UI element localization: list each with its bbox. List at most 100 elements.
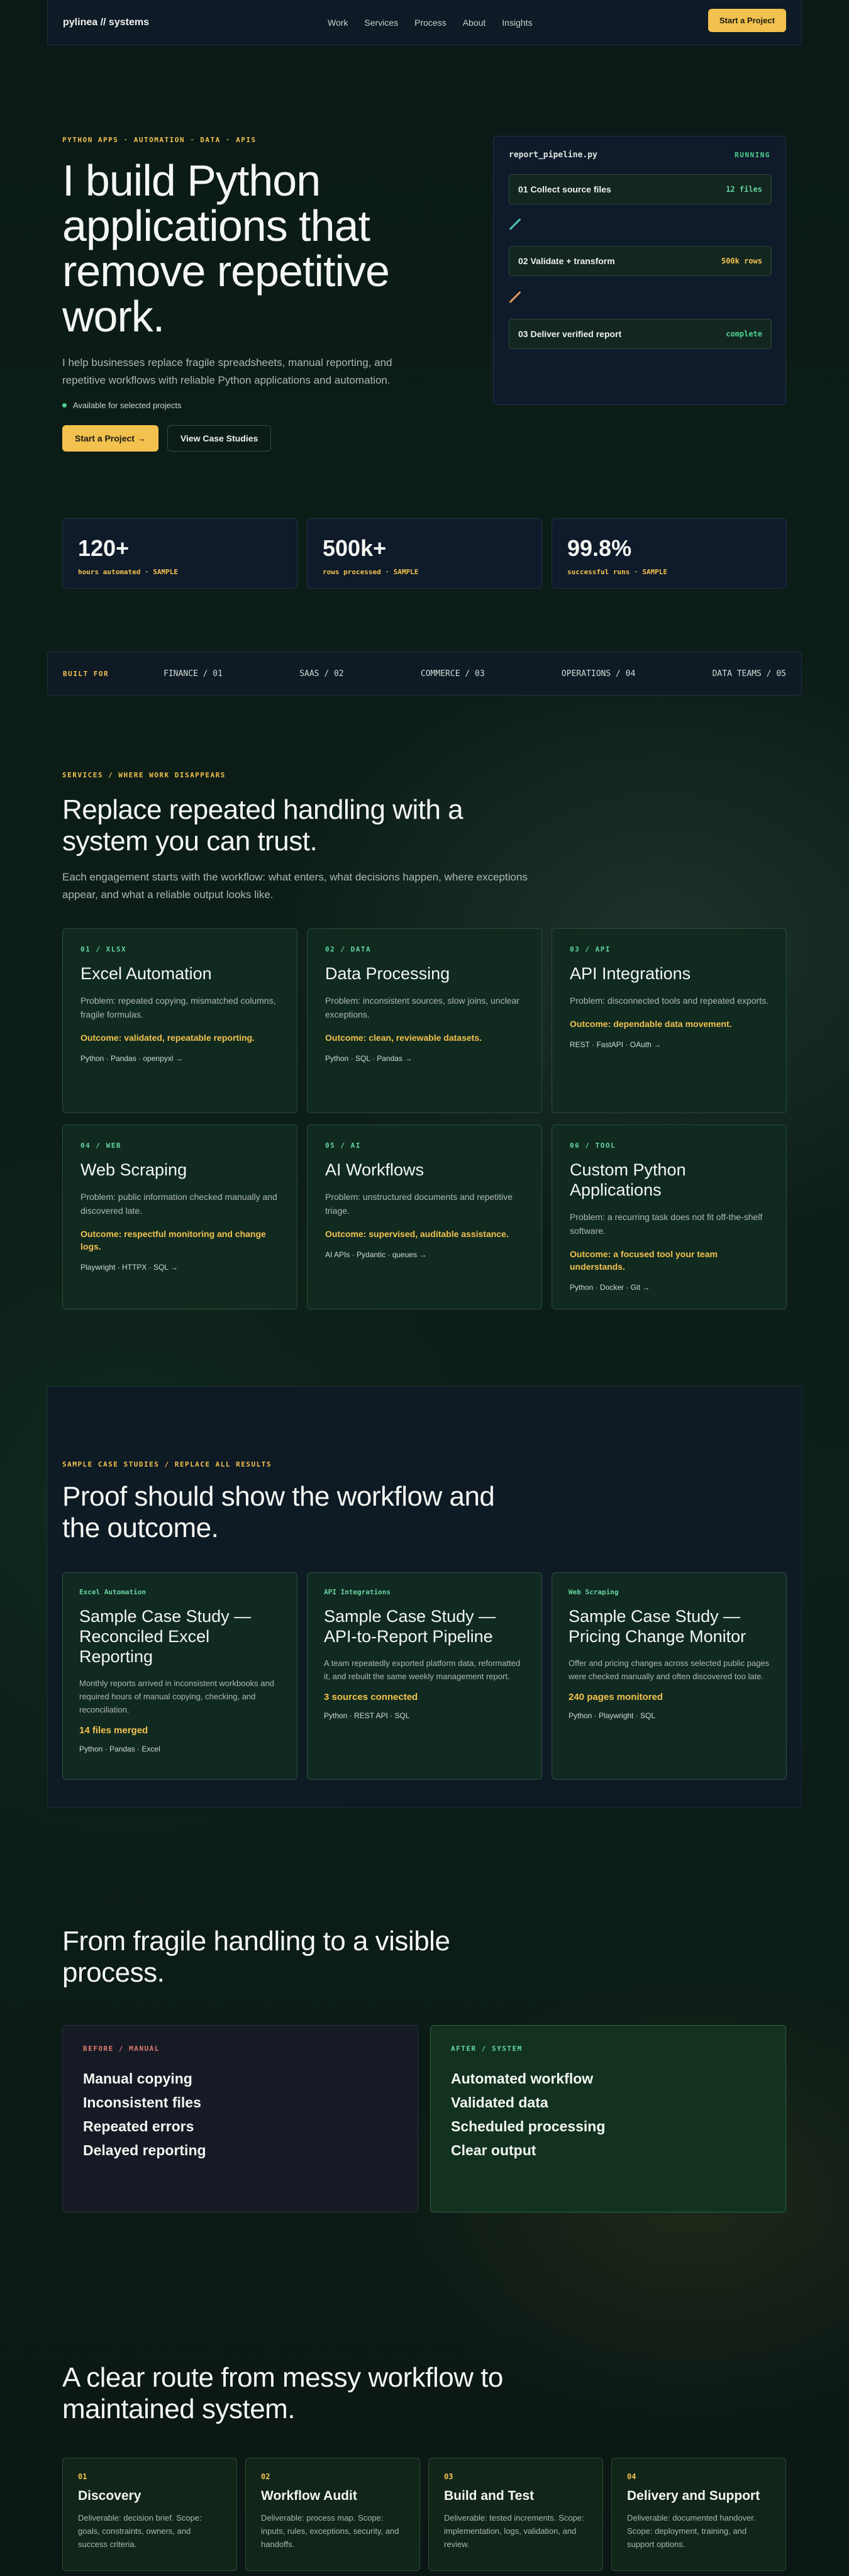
service-outcome: Outcome: respectful monitoring and chang…: [80, 1229, 266, 1252]
service-card-ai[interactable]: 05 / AI AI Workflows Problem: unstructur…: [307, 1124, 542, 1309]
built-for-strip: BUILT FOR FINANCE / 01 SAAS / 02 COMMERC…: [47, 652, 802, 696]
case-study-desc: Monthly reports arrived in inconsistent …: [79, 1679, 274, 1714]
case-study-stack: Python · Playwright · SQL: [569, 1711, 656, 1720]
service-number: 06 / TOOL: [570, 1141, 616, 1150]
service-problem: Problem: inconsistent sources, slow join…: [325, 996, 519, 1019]
hero-lead: I help businesses replace fragile spread…: [62, 357, 392, 386]
process-step-desc: Deliverable: documented handover. Scope:…: [627, 2513, 756, 2549]
service-outcome: Outcome: dependable data movement.: [570, 1019, 732, 1029]
process-step-number: 04: [627, 2472, 636, 2481]
case-study-card[interactable]: API Integrations Sample Case Study — API…: [307, 1572, 542, 1780]
service-title: Web Scraping: [80, 1160, 187, 1179]
hero-eyebrow: PYTHON APPS · AUTOMATION · DATA · APIS: [62, 136, 257, 144]
service-stack-link[interactable]: Python · Docker · Git →: [570, 1283, 769, 1292]
pipeline-filename: report_pipeline.py: [509, 150, 597, 160]
service-title: API Integrations: [570, 964, 691, 983]
nav-link-about[interactable]: About: [463, 18, 486, 28]
nav-link-process[interactable]: Process: [414, 18, 447, 28]
pipeline-panel: report_pipeline.py RUNNING 01 Collect so…: [493, 136, 786, 405]
case-study-title: Sample Case Study — Reconciled Excel Rep…: [79, 1607, 252, 1666]
before-card: BEFORE / MANUAL Manual copying Inconsist…: [62, 2025, 418, 2212]
pipeline-step: 02 Validate + transform 500k rows: [509, 246, 772, 276]
after-list: Automated workflow Validated data Schedu…: [451, 2067, 765, 2162]
nav-start-project-button[interactable]: Start a Project: [708, 9, 786, 32]
stat-label: rows processed · SAMPLE: [323, 568, 419, 576]
service-outcome: Outcome: validated, repeatable reporting…: [80, 1033, 255, 1043]
service-problem: Problem: repeated copying, mismatched co…: [80, 996, 276, 1019]
after-label: AFTER / SYSTEM: [451, 2045, 523, 2053]
process-step-number: 02: [261, 2472, 270, 2481]
availability-indicator: Available for selected projects: [62, 401, 465, 410]
list-item: Clear output: [451, 2142, 536, 2158]
built-for-item: SAAS / 02: [299, 669, 344, 679]
pipeline-step-label: 01 Collect source files: [518, 184, 611, 194]
service-number: 05 / AI: [325, 1141, 361, 1150]
nav-link-work[interactable]: Work: [328, 18, 348, 28]
nav-link-services[interactable]: Services: [364, 18, 398, 28]
process-step-desc: Deliverable: decision brief. Scope: goal…: [78, 2513, 202, 2549]
process-step-title: Build and Test: [444, 2489, 535, 2503]
service-stack-link[interactable]: Python · Pandas · openpyxl →: [80, 1054, 279, 1063]
process-step-desc: Deliverable: tested increments. Scope: i…: [444, 2513, 584, 2549]
case-study-desc: A team repeatedly exported platform data…: [324, 1658, 521, 1681]
service-card-tool[interactable]: 06 / TOOL Custom Python Applications Pro…: [552, 1124, 787, 1309]
service-card-api[interactable]: 03 / API API Integrations Problem: disco…: [552, 928, 787, 1113]
case-study-card[interactable]: Web Scraping Sample Case Study — Pricing…: [552, 1572, 787, 1780]
pipeline-step: 03 Deliver verified report complete: [509, 319, 772, 349]
service-card-excel[interactable]: 01 / XLSX Excel Automation Problem: repe…: [62, 928, 297, 1113]
hero-ctas: Start a Project → View Case Studies: [62, 425, 465, 452]
nav-link-insights[interactable]: Insights: [502, 18, 532, 28]
list-item: Scheduled processing: [451, 2118, 606, 2135]
service-stack-link[interactable]: REST · FastAPI · OAuth →: [570, 1040, 769, 1049]
hero-start-project-button[interactable]: Start a Project →: [62, 425, 158, 452]
process-step-card: 01 Discovery Deliverable: decision brief…: [62, 2458, 237, 2571]
process-step-title: Workflow Audit: [261, 2489, 357, 2503]
case-study-tag: Excel Automation: [79, 1588, 146, 1596]
service-problem: Problem: a recurring task does not fit o…: [570, 1212, 763, 1236]
nav-links: Work Services Process About Insights: [328, 18, 533, 28]
pipeline-step-meta: 500k rows: [721, 257, 762, 265]
pipeline-step-label: 02 Validate + transform: [518, 256, 615, 266]
case-study-desc: Offer and pricing changes across selecte…: [569, 1658, 770, 1681]
service-outcome: Outcome: supervised, auditable assistanc…: [325, 1229, 509, 1239]
connector-line-icon: [509, 291, 521, 304]
case-study-result: 14 files merged: [79, 1725, 148, 1736]
stat-value: 99.8%: [567, 535, 632, 561]
built-for-label: BUILT FOR: [63, 669, 109, 678]
case-study-stack: Python · REST API · SQL: [324, 1711, 410, 1720]
case-studies-title: Proof should show the workflow and the o…: [62, 1481, 495, 1543]
service-card-data[interactable]: 02 / DATA Data Processing Problem: incon…: [307, 928, 542, 1113]
service-title: Excel Automation: [80, 964, 212, 983]
stat-card: 500k+ rows processed · SAMPLE: [307, 518, 542, 589]
process-step-card: 02 Workflow Audit Deliverable: process m…: [245, 2458, 420, 2571]
case-study-card[interactable]: Excel Automation Sample Case Study — Rec…: [62, 1572, 297, 1780]
service-stack-link[interactable]: Playwright · HTTPX · SQL →: [80, 1263, 279, 1272]
brand-logo[interactable]: pylinea // systems: [63, 17, 149, 28]
service-card-web[interactable]: 04 / WEB Web Scraping Problem: public in…: [62, 1124, 297, 1309]
list-item: Manual copying: [83, 2070, 192, 2087]
hero: PYTHON APPS · AUTOMATION · DATA · APIS I…: [62, 136, 465, 452]
service-outcome: Outcome: a focused tool your team unders…: [570, 1249, 718, 1272]
case-study-tag: Web Scraping: [569, 1588, 619, 1596]
case-study-result: 3 sources connected: [324, 1692, 418, 1702]
built-for-items: FINANCE / 01 SAAS / 02 COMMERCE / 03 OPE…: [164, 669, 786, 679]
process-step-number: 01: [78, 2472, 87, 2481]
case-study-result: 240 pages monitored: [569, 1692, 663, 1702]
compare-header: From fragile handling to a visible proce…: [62, 1926, 787, 1989]
view-case-studies-button[interactable]: View Case Studies: [167, 425, 272, 452]
hero-title: I build Python applications that remove …: [62, 156, 390, 341]
service-outcome: Outcome: clean, reviewable datasets.: [325, 1033, 482, 1043]
service-problem: Problem: unstructured documents and repe…: [325, 1192, 513, 1216]
stat-value: 500k+: [323, 535, 387, 561]
stat-value: 120+: [78, 535, 130, 561]
service-stack-link[interactable]: Python · SQL · Pandas →: [325, 1054, 524, 1063]
stat-card: 120+ hours automated · SAMPLE: [62, 518, 297, 589]
pipeline-header: report_pipeline.py RUNNING: [509, 150, 770, 160]
page: pylinea // systems Work Services Process…: [0, 0, 849, 2576]
service-stack-link[interactable]: AI APIs · Pydantic · queues →: [325, 1250, 524, 1259]
built-for-item: COMMERCE / 03: [420, 669, 485, 679]
service-number: 03 / API: [570, 945, 611, 953]
list-item: Automated workflow: [451, 2070, 594, 2087]
service-number: 04 / WEB: [80, 1141, 121, 1150]
stat-label: successful runs · SAMPLE: [567, 568, 667, 576]
